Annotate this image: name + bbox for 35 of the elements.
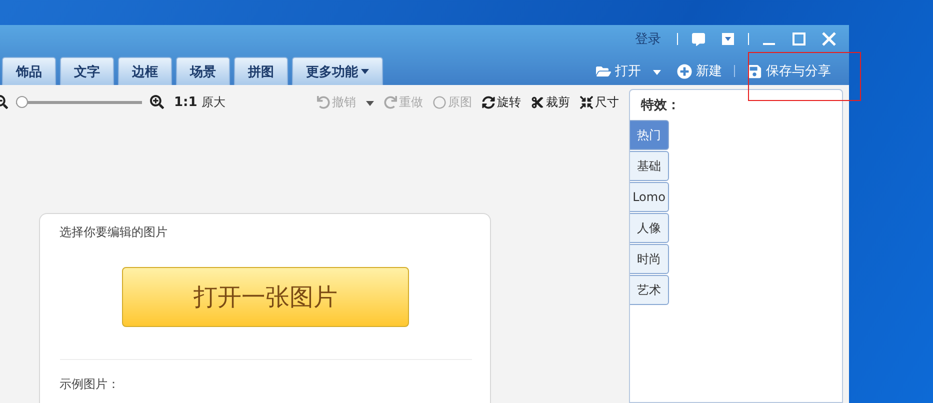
undo-icon [317,96,330,108]
actual-size-button[interactable]: 原大 [201,94,226,110]
plus-icon [677,64,692,78]
login-link[interactable]: 登录 [635,30,661,48]
menu-tab[interactable]: 场景 [176,57,230,85]
resize-icon [580,96,593,108]
effect-category-tab[interactable]: 热门 [630,120,669,150]
effect-category-tab[interactable]: 艺术 [630,275,669,305]
edit-tool-button[interactable]: 裁剪 [531,94,570,110]
zoom-in-icon[interactable] [150,95,164,109]
card-prompt: 选择你要编辑的图片 [60,224,168,241]
samples-label: 示例图片： [60,376,120,393]
effect-category-tab[interactable]: 时尚 [630,244,669,274]
save-icon [747,64,762,78]
effects-title: 特效： [640,97,681,115]
edit-tool-button[interactable]: 尺寸 [580,94,619,110]
effect-category-tab[interactable]: 基础 [630,151,669,181]
scissors-icon [531,96,544,108]
toolbar-action[interactable]: 打开 [592,62,665,80]
menu-tab[interactable]: 拼图 [234,57,288,85]
effect-category-tab[interactable]: Lomo [630,182,669,212]
folder-icon [596,64,611,78]
edit-tool-button[interactable]: 旋转 [482,94,521,110]
redo-icon [384,96,397,108]
menu-tab[interactable]: 文字 [60,57,114,85]
slider-thumb[interactable] [16,96,28,108]
effect-category-tab[interactable]: 人像 [630,213,669,243]
toolbar-action[interactable]: 新建 [673,62,726,80]
ratio-label: 1:1 [174,94,198,110]
menu-tab[interactable]: 饰品 [2,57,56,85]
open-image-button[interactable]: 打开一张图片 [122,267,409,327]
menu-tab[interactable]: 边框 [118,57,172,85]
menu-tab[interactable]: 更多功能 [292,57,383,85]
rotate-icon [482,96,495,108]
toolbar-action[interactable]: 保存与分享 [743,62,835,80]
